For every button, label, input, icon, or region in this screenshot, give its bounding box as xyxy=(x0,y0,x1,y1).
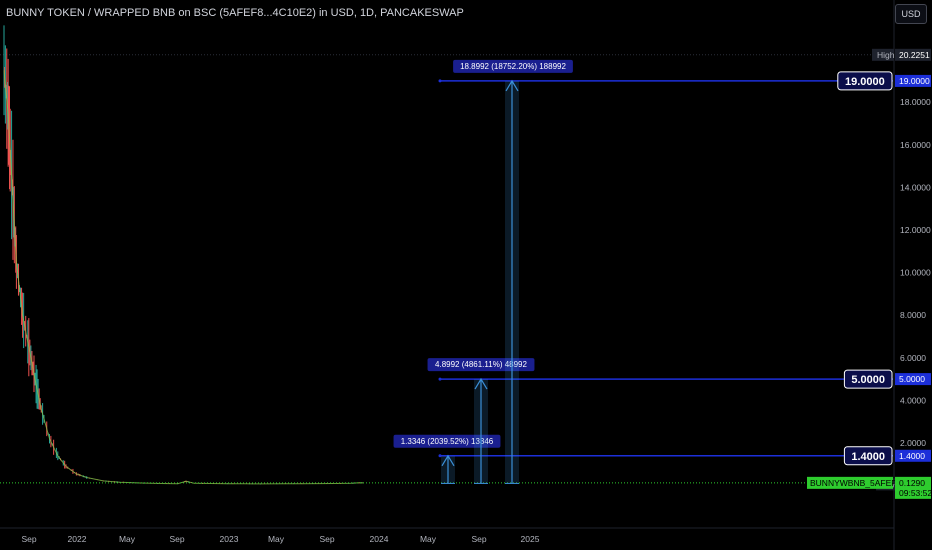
price-tick-label: 18.0000 xyxy=(900,97,931,107)
time-tick-label: May xyxy=(420,534,437,544)
time-tick-label: Sep xyxy=(21,534,36,544)
time-tick-label: 2024 xyxy=(370,534,389,544)
price-tick-label: 12.0000 xyxy=(900,225,931,235)
price-tick-label: 10.0000 xyxy=(900,268,931,278)
price-tick-label: 4.0000 xyxy=(900,395,926,405)
time-tick-label: Sep xyxy=(319,534,334,544)
price-tick-label: 6.0000 xyxy=(900,353,926,363)
time-tick-label: May xyxy=(268,534,285,544)
target-line-anchor xyxy=(438,79,442,83)
price-chart[interactable]: 1.3346 (2039.52%) 133461.40004.8992 (486… xyxy=(0,0,932,550)
target-price-label: 5.0000 xyxy=(851,374,885,386)
price-tick-label: 14.0000 xyxy=(900,182,931,192)
time-tick-label: 2025 xyxy=(521,534,540,544)
price-tick-label: 8.0000 xyxy=(900,310,926,320)
axis-target-label: 1.4000 xyxy=(899,451,925,461)
last-price-countdown: 09:53:52 xyxy=(899,488,932,498)
price-tick-label: 2.0000 xyxy=(900,438,926,448)
price-line xyxy=(3,70,364,485)
time-tick-label: 2022 xyxy=(68,534,87,544)
axis-target-label: 19.0000 xyxy=(899,76,930,86)
time-tick-label: Sep xyxy=(169,534,184,544)
axis-target-label: 5.0000 xyxy=(899,374,925,384)
target-line-anchor xyxy=(438,377,442,381)
time-tick-label: 2023 xyxy=(220,534,239,544)
time-tick-label: Sep xyxy=(471,534,486,544)
high-value: 20.2251 xyxy=(899,50,930,60)
target-price-label: 19.0000 xyxy=(845,76,885,88)
high-tag-label: High xyxy=(877,50,895,60)
last-price-value: 0.1290 xyxy=(899,478,925,488)
measure-label: 18.8992 (18752.20%) 188992 xyxy=(460,62,566,71)
target-price-label: 1.4000 xyxy=(851,451,885,463)
price-tick-label: 16.0000 xyxy=(900,140,931,150)
time-tick-label: May xyxy=(119,534,136,544)
